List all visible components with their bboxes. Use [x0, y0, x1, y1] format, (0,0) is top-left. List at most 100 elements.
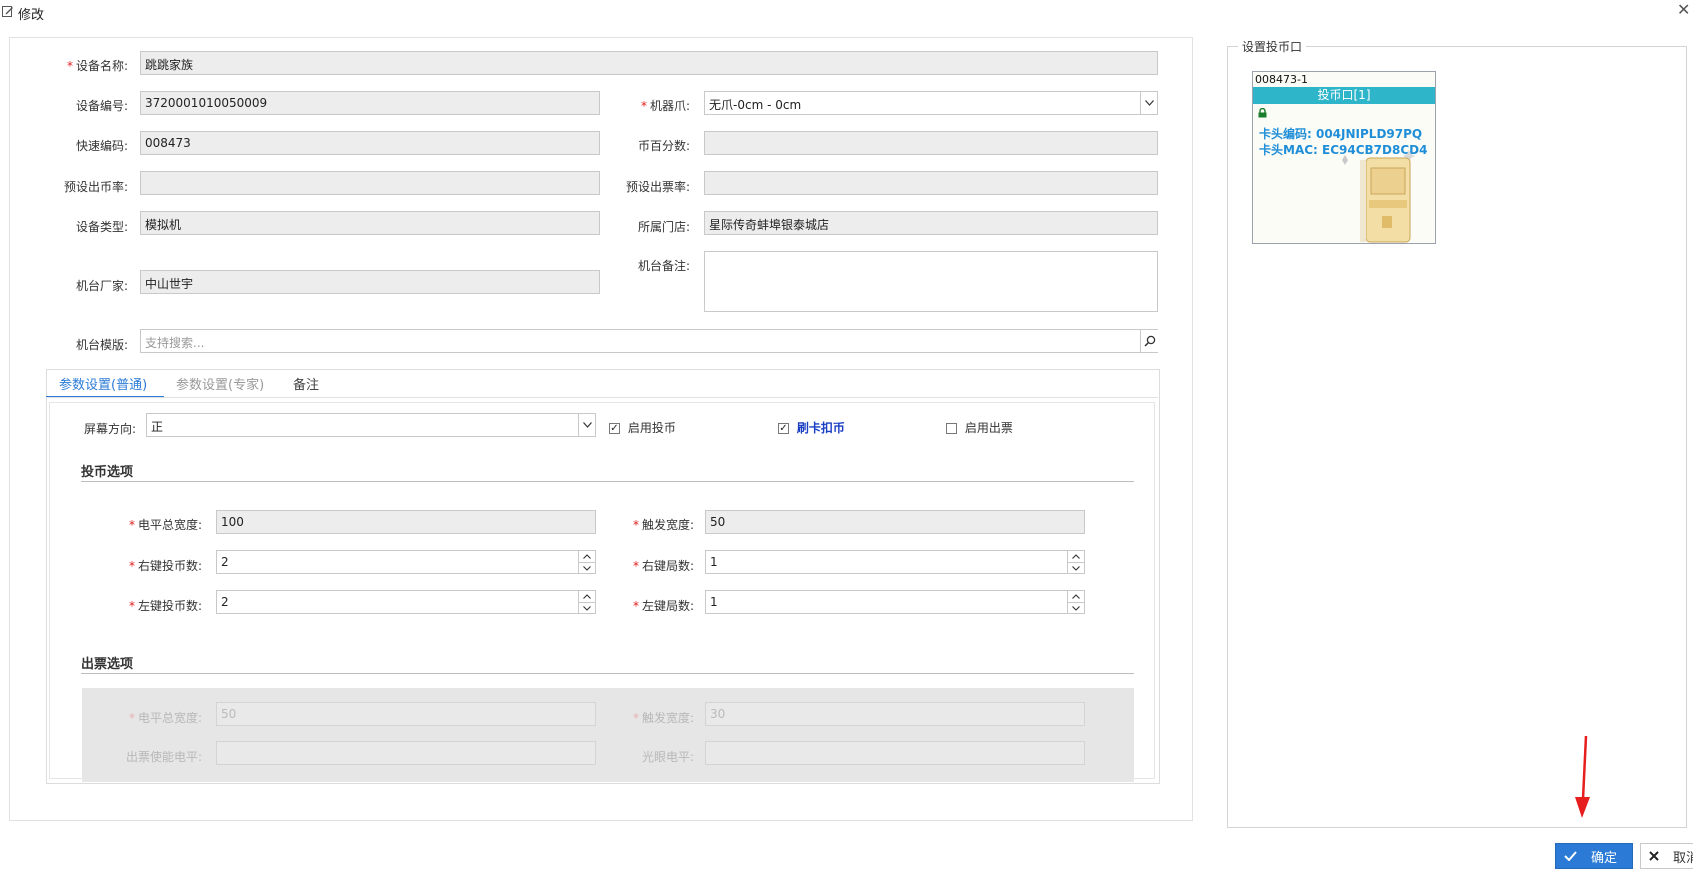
claw-label: * 机器爪: [640, 99, 690, 113]
ticket-section-divider [81, 673, 1134, 674]
store-field[interactable]: 星际传奇蚌埠银泰城店 [704, 211, 1158, 235]
coin-level-width-label: * 电平总宽度: [128, 518, 202, 532]
chevron-up-icon[interactable] [579, 551, 595, 563]
confirm-button[interactable]: 确定 [1555, 843, 1633, 869]
template-search-input[interactable]: 支持搜索... [140, 329, 1158, 353]
chevron-up-icon[interactable] [1068, 591, 1084, 603]
enable-ticket-checkbox[interactable]: 启用出票 [946, 419, 1013, 436]
coin-slot-id: 008473-1 [1255, 73, 1308, 86]
device-name-label: * 设备名称: [66, 59, 128, 73]
right-coins-stepper[interactable]: 2 [216, 550, 596, 574]
preset-ticket-rate-label: 预设出票率: [625, 180, 690, 194]
right-rounds-label: * 右键局数: [632, 559, 694, 573]
coin-level-width-field[interactable]: 100 [216, 510, 596, 534]
chevron-down-icon[interactable] [1068, 603, 1084, 613]
optical-level-field[interactable] [705, 741, 1085, 765]
optical-level-label: 光眼电平: [641, 750, 694, 764]
checkbox-checked-icon[interactable]: ✓ [609, 423, 620, 434]
edit-icon [2, 6, 13, 17]
chevron-down-icon[interactable] [1140, 92, 1157, 114]
coin-trigger-width-label: * 触发宽度: [632, 518, 694, 532]
tab-notes[interactable]: 备注 [293, 374, 319, 393]
stepper-control[interactable] [578, 551, 595, 573]
ticket-trigger-width-field[interactable]: 30 [705, 702, 1085, 726]
right-rounds-stepper[interactable]: 1 [705, 550, 1085, 574]
coin-slot-legend: 设置投币口 [1238, 38, 1307, 55]
ticket-trigger-width-label: * 触发宽度: [632, 711, 694, 725]
chevron-down-icon[interactable] [579, 603, 595, 613]
ticket-enable-level-field[interactable] [216, 741, 596, 765]
left-coins-value: 2 [221, 595, 229, 609]
device-no-field[interactable]: 3720001010050009 [140, 91, 600, 115]
remark-textarea[interactable] [704, 251, 1158, 312]
preset-coin-rate-label: 预设出币率: [63, 180, 128, 194]
chevron-up-icon[interactable] [1068, 551, 1084, 563]
preset-coin-rate-field[interactable] [140, 171, 600, 195]
confirm-label: 确定 [1591, 850, 1618, 866]
chevron-up-icon[interactable] [579, 591, 595, 603]
left-rounds-label: * 左键局数: [632, 599, 694, 613]
preset-ticket-rate-field[interactable] [704, 171, 1158, 195]
template-label: 机台模版: [75, 338, 128, 352]
store-label: 所属门店: [637, 220, 690, 234]
right-coins-value: 2 [221, 555, 229, 569]
left-coins-label: * 左键投币数: [128, 599, 202, 613]
left-rounds-value: 1 [710, 595, 718, 609]
ticket-level-width-field[interactable]: 50 [216, 702, 596, 726]
chevron-down-icon[interactable] [579, 563, 595, 573]
device-no-label: 设备编号: [75, 99, 128, 113]
coin-section-title: 投币选项 [81, 465, 134, 480]
quick-code-label: 快速编码: [75, 139, 128, 153]
card-reader-code: 卡头编码: 004JNIPLD97PQ [1259, 127, 1423, 141]
device-type-field[interactable]: 模拟机 [140, 211, 600, 235]
enable-coin-label: 启用投币 [627, 421, 676, 435]
right-coins-label: * 右键投币数: [128, 559, 202, 573]
screen-direction-select[interactable]: 正 [146, 413, 596, 437]
checkbox-unchecked-icon[interactable] [946, 423, 957, 434]
checkbox-checked-icon[interactable]: ✓ [778, 423, 789, 434]
search-icon[interactable] [1140, 330, 1158, 352]
cancel-button[interactable]: 取消 [1640, 843, 1693, 869]
stepper-control[interactable] [1067, 551, 1084, 573]
close-icon[interactable]: ✕ [1677, 0, 1690, 19]
quick-code-field[interactable]: 008473 [140, 131, 600, 155]
tab-basic-settings[interactable]: 参数设置(普通) [59, 374, 147, 393]
device-type-label: 设备类型: [75, 220, 128, 234]
ticket-options-disabled-area: * 电平总宽度: 50 * 触发宽度: 30 出票使能电平: 光眼电平: [82, 688, 1134, 782]
coin-ratio-field[interactable] [704, 131, 1158, 155]
left-coins-stepper[interactable]: 2 [216, 590, 596, 614]
coin-section-divider [81, 481, 1134, 482]
coin-slot-header: 投币口[1] [1253, 87, 1435, 104]
coin-ratio-label: 币百分数: [637, 139, 690, 153]
screen-direction-value: 正 [151, 420, 164, 434]
manufacturer-label: 机台厂家: [75, 279, 128, 293]
stepper-control[interactable] [1067, 591, 1084, 613]
manufacturer-field[interactable]: 中山世宇 [140, 270, 600, 294]
tab-expert-settings[interactable]: 参数设置(专家) [176, 374, 264, 393]
check-icon [1564, 851, 1577, 861]
annotation-arrow-icon [1575, 735, 1590, 818]
chevron-down-icon[interactable] [578, 414, 595, 436]
enable-ticket-label: 启用出票 [964, 421, 1013, 435]
window-title: 修改 [18, 8, 45, 23]
card-deduct-checkbox[interactable]: ✓ 刷卡扣币 [778, 419, 845, 436]
card-deduct-label: 刷卡扣币 [796, 421, 845, 435]
remark-label: 机台备注: [637, 259, 690, 273]
close-icon [1649, 851, 1659, 861]
right-rounds-value: 1 [710, 555, 718, 569]
left-rounds-stepper[interactable]: 1 [705, 590, 1085, 614]
coin-trigger-width-field[interactable]: 50 [705, 510, 1085, 534]
chevron-down-icon[interactable] [1068, 563, 1084, 573]
device-name-field[interactable]: 跳跳家族 [140, 51, 1158, 75]
stepper-control[interactable] [578, 591, 595, 613]
ticket-enable-level-label: 出票使能电平: [125, 750, 202, 764]
claw-value: 无爪-0cm - 0cm [709, 98, 802, 112]
tab-active-indicator [46, 396, 164, 397]
ticket-section-title: 出票选项 [81, 657, 134, 672]
arcade-machine-icon [1342, 150, 1415, 243]
claw-select[interactable]: 无爪-0cm - 0cm [704, 91, 1158, 115]
lock-icon [1258, 108, 1267, 118]
enable-coin-checkbox[interactable]: ✓ 启用投币 [609, 419, 676, 436]
title-bar: 修改 ✕ [0, 0, 1693, 26]
coin-slot-card[interactable]: 008473-1 投币口[1] 卡头编码: 004JNIPLD97PQ 卡头MA… [1252, 71, 1436, 244]
